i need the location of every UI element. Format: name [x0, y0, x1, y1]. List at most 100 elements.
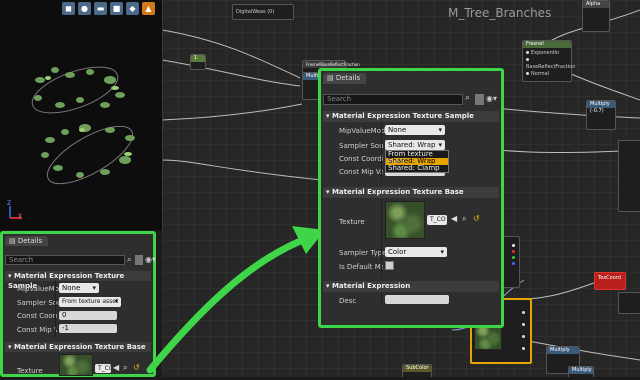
node-label: Alpha	[583, 1, 609, 8]
chevron-down-icon: ▾	[438, 126, 442, 134]
tree-branch-preview	[31, 66, 135, 185]
sampler-type-label: Sampler Type	[339, 249, 387, 257]
pin-icon	[512, 262, 515, 265]
pin-row[interactable]: Normal	[526, 71, 568, 78]
mesh-preview-icon[interactable]: ▲	[142, 2, 155, 15]
search-icon[interactable]: ⌕	[465, 93, 470, 104]
column-view-icon[interactable]	[475, 94, 484, 105]
section-header[interactable]: ▾ Material Expression Texture Base	[5, 342, 151, 352]
search-icon[interactable]: ⌕	[127, 255, 131, 265]
const-mip-value-label: Const Mip Value	[17, 326, 57, 334]
cube-preview-icon[interactable]: ■	[110, 2, 123, 15]
details-icon: ▤	[327, 74, 336, 82]
const-mip-value-field[interactable]: -1	[59, 324, 117, 333]
multiply-node[interactable]: Multiply	[568, 366, 594, 377]
browse-search-icon[interactable]: ⌕	[462, 214, 466, 224]
reset-icon[interactable]: ↺	[133, 363, 140, 372]
column-divider	[381, 123, 382, 181]
details-panel-small[interactable]: ▤ Details Search ⌕ ◉▾ ▾ Material Express…	[0, 231, 156, 377]
sampler-source-combo[interactable]: Shared: Wrap ▾	[385, 140, 445, 150]
details-tab[interactable]: ▤ Details	[323, 73, 367, 84]
pin-icon	[526, 51, 529, 54]
pin-row[interactable]: Exponentln	[526, 50, 568, 57]
pin-icon	[512, 250, 515, 253]
alpha-node[interactable]: Alpha	[582, 0, 610, 32]
texture-thumbnail[interactable]	[59, 354, 93, 376]
node-label: SubColor	[403, 365, 431, 372]
use-selected-arrow-icon[interactable]: ◀	[451, 214, 457, 223]
combo-value: Shared: Wrap	[388, 141, 436, 149]
is-default-meshpaint-label: Is Default Meshpaint	[339, 263, 383, 271]
dropdown-option[interactable]: Shared: Clamp	[386, 165, 448, 172]
texture-sample-node[interactable]	[502, 236, 520, 288]
section-title: Material Expression Texture Base	[331, 188, 464, 196]
const-coordinate-field[interactable]: 0	[59, 311, 117, 320]
preview-viewport[interactable]: ◼ ● ▬ ■ ◆ ▲ Z X	[0, 0, 163, 230]
pin-icon	[526, 72, 529, 75]
desc-field[interactable]	[385, 295, 449, 304]
search-input[interactable]: Search	[323, 94, 463, 105]
section-header[interactable]: ▾ Material Expression	[323, 281, 499, 292]
node-label: DigitalWeas (0)	[236, 9, 275, 15]
section-header[interactable]: ▾ Material Expression Texture Sample	[5, 271, 151, 290]
details-tab[interactable]: ▤ Details	[5, 236, 49, 246]
details-icon: ▤	[9, 237, 18, 245]
search-input[interactable]: Search	[5, 255, 125, 265]
annotation-arrow	[146, 226, 325, 374]
reset-icon[interactable]: ↺	[473, 214, 480, 223]
pin-label: Normal	[531, 71, 550, 77]
texture-asset-combo[interactable]: T_CO	[427, 215, 447, 225]
multiply-node[interactable]: Multiply (-0.7)	[586, 100, 616, 130]
browse-search-icon[interactable]: ⌕	[123, 363, 127, 373]
cylinder-preview-icon[interactable]: ◼	[62, 2, 75, 15]
sampler-type-combo[interactable]: Color ▾	[385, 247, 447, 257]
axis-x-label: X	[18, 213, 23, 220]
texcoord-node[interactable]: TexCoord	[594, 272, 626, 290]
sampler-source-dropdown[interactable]: From texture asset Shared: Wrap Shared: …	[385, 150, 449, 173]
node-label: FresnelBaseReflectFraction	[303, 61, 360, 68]
column-divider	[381, 293, 382, 307]
pin-row[interactable]: BaseReflectFraction	[526, 57, 575, 71]
section-header[interactable]: ▾ Material Expression Texture Sample	[323, 111, 499, 122]
combo-value: Color	[388, 248, 407, 256]
pin-label: Exponentln	[531, 50, 560, 56]
teapot-preview-icon[interactable]: ◆	[126, 2, 139, 15]
sampler-source-label: Sampler Source	[339, 142, 383, 150]
section-title: Material Expression Texture Base	[13, 343, 146, 351]
pin-icon	[522, 347, 525, 350]
section-title: Material Expression	[331, 282, 411, 290]
section-header[interactable]: ▾ Material Expression Texture Base	[323, 187, 499, 198]
is-default-meshpaint-checkbox[interactable]	[385, 261, 394, 270]
eye-icon[interactable]: ◉▾	[486, 93, 497, 104]
combo-value: None	[62, 284, 81, 292]
desc-label: Desc	[339, 297, 357, 305]
pin-icon	[526, 58, 529, 61]
mip-value-mode-combo[interactable]: None ▾	[385, 125, 445, 135]
pin-label: BaseReflectFraction	[526, 64, 576, 70]
texture-thumbnail[interactable]	[385, 201, 425, 239]
sphere-preview-icon[interactable]: ●	[78, 2, 91, 15]
node-label: Multiply	[547, 347, 579, 354]
graph-node[interactable]	[618, 292, 640, 314]
plane-preview-icon[interactable]: ▬	[94, 2, 107, 15]
use-selected-arrow-icon[interactable]: ◀	[113, 363, 119, 372]
section-title: Material Expression Texture Sample	[331, 112, 474, 120]
node-label: Multiply	[569, 367, 593, 374]
sampler-source-combo[interactable]: From texture asset ▾	[59, 297, 121, 307]
material-title: M_Tree_Branches	[448, 6, 552, 20]
texture-asset-combo[interactable]: T_CO	[95, 364, 111, 373]
scalar-node[interactable]: 1	[190, 54, 206, 70]
graph-node[interactable]	[618, 140, 640, 212]
const-coordinate-label: Const Coordinate	[339, 155, 383, 163]
fresnel-node[interactable]: Fresnel Exponentln BaseReflectFraction N…	[522, 40, 575, 82]
chevron-down-icon: ▾	[440, 248, 444, 256]
subcolor-node[interactable]: SubColor	[402, 364, 432, 377]
mip-value-mode-combo[interactable]: None ▾	[59, 283, 99, 293]
graph-node[interactable]: DigitalWeas (0)	[232, 4, 294, 20]
combo-value: From texture asset	[62, 298, 119, 305]
mip-value-mode-label: MipValueMode	[339, 127, 390, 135]
column-divider	[55, 280, 56, 338]
texture-label: Texture	[17, 367, 43, 375]
details-panel-large[interactable]: ▤ Details Search ⌕ ◉▾ ▾ Material Express…	[318, 68, 504, 328]
combo-value: None	[388, 126, 407, 134]
